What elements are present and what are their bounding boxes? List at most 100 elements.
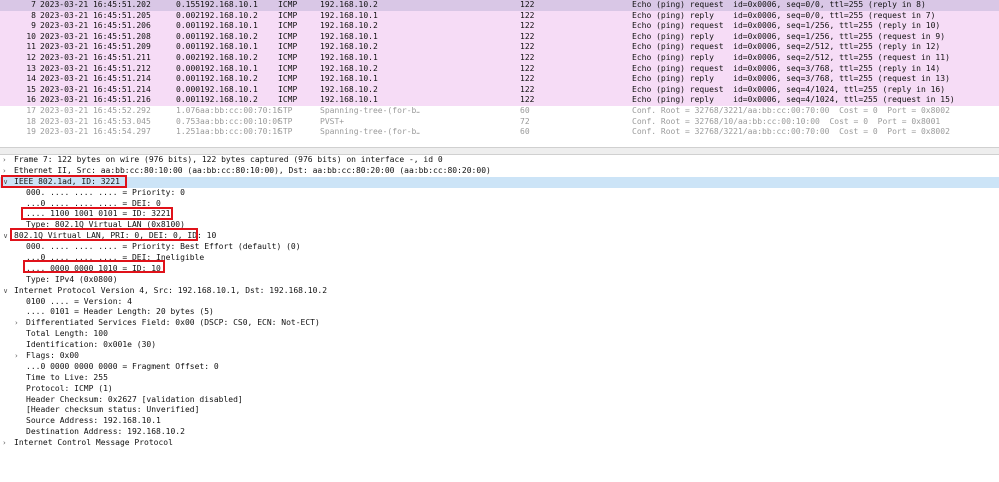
packet-protocol: STP xyxy=(278,105,293,115)
tree-item-ipv4[interactable]: ∨ Internet Protocol Version 4, Src: 192.… xyxy=(0,286,999,297)
tree-item-label: Type: IPv4 (0x0800) xyxy=(26,274,118,284)
packet-number: 16 xyxy=(26,95,36,105)
tree-item-field[interactable]: Destination Address: 192.168.10.2 xyxy=(0,427,999,438)
packet-row[interactable]: 7 2023-03-21 16:45:51.202 0.155 192.168.… xyxy=(0,0,999,11)
tree-item-flags[interactable]: › Flags: 0x00 xyxy=(0,351,999,362)
packet-protocol: ICMP xyxy=(278,10,298,20)
packet-source: 192.168.10.2 xyxy=(200,74,258,84)
tree-item-field[interactable]: Protocol: ICMP (1) xyxy=(0,384,999,395)
packet-source: 192.168.10.2 xyxy=(200,95,258,105)
packet-info: Echo (ping) request id=0x0006, seq=2/512… xyxy=(632,42,941,52)
packet-destination: 192.168.10.1 xyxy=(320,52,378,62)
pane-splitter[interactable] xyxy=(0,147,999,155)
packet-source: 192.168.10.1 xyxy=(200,0,258,9)
packet-row[interactable]: 10 2023-03-21 16:45:51.208 0.001 192.168… xyxy=(0,31,999,43)
expand-arrow-icon[interactable]: › xyxy=(3,438,11,449)
tree-item-field[interactable]: Total Length: 100 xyxy=(0,329,999,340)
packet-delta: 0.000 xyxy=(176,63,200,73)
packet-time: 2023-03-21 16:45:51.202 xyxy=(40,0,151,9)
packet-row[interactable]: 9 2023-03-21 16:45:51.206 0.001 192.168.… xyxy=(0,21,999,32)
packet-source: aa:bb:cc:00:10:00 xyxy=(200,116,280,126)
packet-destination: 192.168.10.2 xyxy=(320,42,378,52)
packet-row[interactable]: 8 2023-03-21 16:45:51.205 0.002 192.168.… xyxy=(0,10,999,22)
packet-length: 122 xyxy=(520,95,535,105)
tree-item-field[interactable]: Identification: 0x001e (30) xyxy=(0,340,999,351)
packet-protocol: ICMP xyxy=(278,31,298,41)
tree-item-label: ...0 0000 0000 0000 = Fragment Offset: 0 xyxy=(26,361,219,371)
tree-item-field[interactable]: Header Checksum: 0x2627 [validation disa… xyxy=(0,395,999,406)
packet-row[interactable]: 12 2023-03-21 16:45:51.211 0.002 192.168… xyxy=(0,52,999,64)
packet-source: 192.168.10.1 xyxy=(200,63,258,73)
packet-destination: 192.168.10.1 xyxy=(320,95,378,105)
packet-length: 122 xyxy=(520,10,535,20)
highlight-box xyxy=(23,260,165,273)
packet-delta: 0.002 xyxy=(176,52,200,62)
tree-item-label: Protocol: ICMP (1) xyxy=(26,383,113,393)
expand-arrow-icon[interactable]: › xyxy=(15,318,23,329)
tree-item-field[interactable]: [Header checksum status: Unverified] xyxy=(0,405,999,416)
packet-protocol: ICMP xyxy=(278,95,298,105)
packet-length: 122 xyxy=(520,31,535,41)
packet-delta: 0.001 xyxy=(176,74,200,84)
packet-time: 2023-03-21 16:45:51.205 xyxy=(40,10,151,20)
packet-protocol: ICMP xyxy=(278,52,298,62)
packet-info: Echo (ping) reply id=0x0006, seq=2/512, … xyxy=(632,52,950,62)
packet-time: 2023-03-21 16:45:51.214 xyxy=(40,84,151,94)
tree-item-field[interactable]: 000. .... .... .... = Priority: Best Eff… xyxy=(0,242,999,253)
packet-time: 2023-03-21 16:45:51.208 xyxy=(40,31,151,41)
packet-destination: 192.168.10.2 xyxy=(320,84,378,94)
tree-item-label: Internet Protocol Version 4, Src: 192.16… xyxy=(14,285,328,295)
packet-source: 192.168.10.1 xyxy=(200,21,258,31)
packet-delta: 0.001 xyxy=(176,95,200,105)
packet-length: 122 xyxy=(520,74,535,84)
tree-item-label: Internet Control Message Protocol xyxy=(14,438,173,448)
packet-source: aa:bb:cc:00:70:10 xyxy=(200,127,280,137)
packet-row[interactable]: 18 2023-03-21 16:45:53.045 0.753 aa:bb:c… xyxy=(0,116,999,128)
packet-destination: 192.168.10.2 xyxy=(320,63,378,73)
tree-item-field[interactable]: Source Address: 192.168.10.1 xyxy=(0,416,999,427)
packet-row[interactable]: 17 2023-03-21 16:45:52.292 1.076 aa:bb:c… xyxy=(0,105,999,117)
packet-protocol: ICMP xyxy=(278,21,298,31)
packet-destination: PVST+ xyxy=(320,116,345,126)
expand-arrow-icon[interactable]: › xyxy=(15,351,23,362)
packet-number: 7 xyxy=(31,0,36,9)
packet-protocol: ICMP xyxy=(278,74,298,84)
packet-length: 122 xyxy=(520,63,535,73)
packet-row[interactable]: 15 2023-03-21 16:45:51.214 0.000 192.168… xyxy=(0,84,999,96)
expand-arrow-icon[interactable]: › xyxy=(3,155,11,166)
packet-length: 122 xyxy=(520,21,535,31)
packet-row[interactable]: 19 2023-03-21 16:45:54.297 1.251 aa:bb:c… xyxy=(0,127,999,138)
packet-source: 192.168.10.1 xyxy=(200,84,258,94)
packet-row[interactable]: 14 2023-03-21 16:45:51.214 0.001 192.168… xyxy=(0,74,999,85)
packet-row[interactable]: 16 2023-03-21 16:45:51.216 0.001 192.168… xyxy=(0,95,999,106)
tree-item-dsfield[interactable]: › Differentiated Services Field: 0x00 (D… xyxy=(0,318,999,329)
packet-delta: 0.000 xyxy=(176,84,200,94)
tree-item-field[interactable]: Time to Live: 255 xyxy=(0,373,999,384)
tree-item-field[interactable]: .... 0101 = Header Length: 20 bytes (5) xyxy=(0,307,999,318)
collapse-arrow-icon[interactable]: ∨ xyxy=(3,286,11,297)
tree-item-icmp[interactable]: › Internet Control Message Protocol xyxy=(0,438,999,449)
packet-time: 2023-03-21 16:45:51.211 xyxy=(40,52,151,62)
tree-item-field[interactable]: Type: IPv4 (0x0800) xyxy=(0,275,999,286)
packet-row[interactable]: 13 2023-03-21 16:45:51.212 0.000 192.168… xyxy=(0,63,999,75)
tree-item-ethernet[interactable]: › Ethernet II, Src: aa:bb:cc:80:10:00 (a… xyxy=(0,166,999,177)
tree-item-label: Flags: 0x00 xyxy=(26,351,79,361)
packet-destination: 192.168.10.1 xyxy=(320,74,378,84)
packet-protocol: ICMP xyxy=(278,0,298,9)
packet-source: 192.168.10.2 xyxy=(200,10,258,20)
tree-item-frame[interactable]: › Frame 7: 122 bytes on wire (976 bits),… xyxy=(0,155,999,166)
tree-item-field[interactable]: 000. .... .... .... = Priority: 0 xyxy=(0,188,999,199)
tree-item-ieee-802-1ad[interactable]: ∨ IEEE 802.1ad, ID: 3221 xyxy=(0,176,999,188)
packet-info: Echo (ping) request id=0x0006, seq=3/768… xyxy=(632,63,941,73)
packet-destination: Spanning-tree-(for-b… xyxy=(320,105,420,115)
tree-item-field[interactable]: 0100 .... = Version: 4 xyxy=(0,297,999,308)
tree-item-label: Source Address: 192.168.10.1 xyxy=(26,416,161,426)
packet-length: 122 xyxy=(520,84,535,94)
packet-number: 13 xyxy=(26,63,36,73)
tree-item-field[interactable]: ...0 0000 0000 0000 = Fragment Offset: 0 xyxy=(0,362,999,373)
packet-delta: 1.076 xyxy=(176,105,200,115)
packet-row[interactable]: 11 2023-03-21 16:45:51.209 0.001 192.168… xyxy=(0,42,999,53)
tree-item-label: Frame 7: 122 bytes on wire (976 bits), 1… xyxy=(14,155,443,164)
packet-delta: 1.251 xyxy=(176,127,200,137)
packet-info: Conf. Root = 32768/3221/aa:bb:cc:00:70:0… xyxy=(632,105,950,115)
